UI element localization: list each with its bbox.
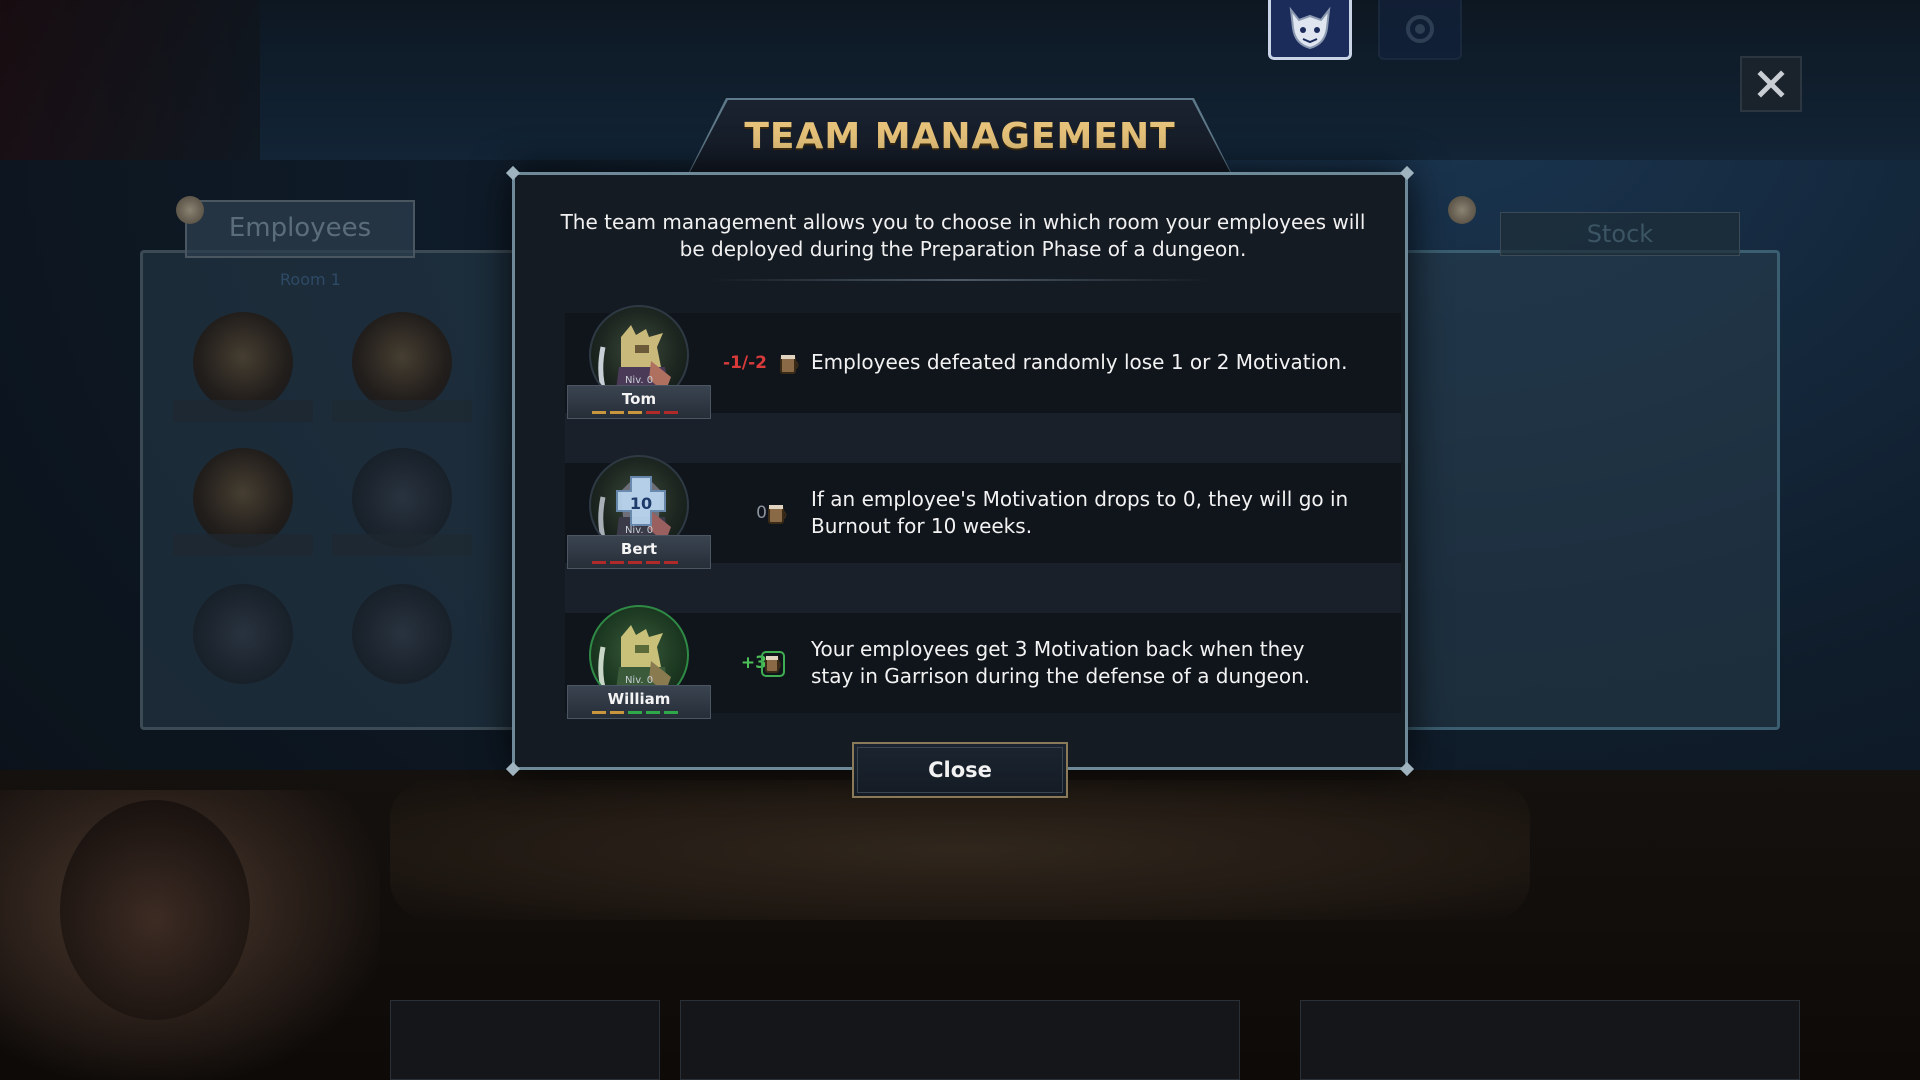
employee-slot-bar (173, 400, 313, 422)
motivation-pip (628, 561, 642, 564)
rule-text: Employees defeated randomly lose 1 or 2 … (811, 350, 1348, 374)
motivation-pip (664, 411, 678, 414)
employee-name: Tom (621, 390, 657, 408)
employee-name: Bert (620, 540, 658, 558)
modal-title: TEAM MANAGEMENT (744, 115, 1176, 157)
row-separator (565, 413, 1401, 463)
motivation-bars (592, 711, 678, 714)
row-separator (565, 563, 1401, 613)
intro-text: The team management allows you to choose… (560, 210, 1366, 261)
motivation-pip (646, 561, 660, 564)
employee-slot-empty (193, 584, 293, 684)
employee-slot-bar (332, 534, 472, 556)
employee-slot-bar (332, 400, 472, 422)
motivation-pip (646, 711, 660, 714)
stock-panel (1400, 250, 1780, 730)
rule-text: If an employee's Motivation drops to 0, … (811, 487, 1349, 538)
motivation-pip (610, 711, 624, 714)
motivation-pip (628, 411, 642, 414)
background-character-head (60, 800, 250, 1020)
title-plate: TEAM MANAGEMENT (690, 100, 1230, 172)
employees-tab-label: Employees (228, 213, 372, 243)
employee-slot-bar (173, 534, 313, 556)
background-curtain (0, 0, 260, 160)
bottom-hud-slots (680, 1000, 1240, 1080)
motivation-delta: +3 (740, 653, 767, 673)
employee-slot-empty (352, 584, 452, 684)
motivation-delta: -1/-2 (723, 353, 767, 373)
employee-name-plate: Bert (567, 535, 711, 569)
motivation-pip (610, 411, 624, 414)
motivation-pip (592, 711, 606, 714)
demon-mask-icon[interactable] (1268, 0, 1352, 60)
motivation-mug-icon (780, 355, 799, 374)
pin-icon (176, 196, 204, 224)
bottom-hud-right (1300, 1000, 1800, 1080)
motivation-pip (664, 561, 678, 564)
employee-name-plate: William (567, 685, 711, 719)
close-button-label: Close (928, 758, 992, 782)
motivation-bars (592, 411, 678, 414)
motivation-mug-icon (761, 651, 785, 677)
close-icon[interactable] (1740, 56, 1802, 112)
stock-tab-label: Stock (1586, 220, 1654, 248)
close-button[interactable]: Close (852, 742, 1068, 798)
motivation-pip (610, 561, 624, 564)
motivation-pip (664, 711, 678, 714)
employee-name-plate: Tom (567, 385, 711, 419)
rule-text: Your employees get 3 Motivation back whe… (811, 637, 1311, 688)
motivation-pip (646, 411, 660, 414)
motivation-pip (628, 711, 642, 714)
motivation-pip (592, 411, 606, 414)
team-management-dialog: The team management allows you to choose… (505, 165, 1415, 777)
employee-slot-empty (352, 448, 452, 548)
motivation-mug-icon (768, 505, 787, 524)
employee-slot (193, 312, 293, 412)
settings-emblem-icon[interactable] (1378, 0, 1462, 60)
burnout-weeks-badge: 10 (630, 494, 652, 513)
room-label: Room 1 (280, 270, 341, 289)
pin-icon (1448, 196, 1476, 224)
divider (711, 279, 1211, 281)
motivation-delta: 0 (756, 503, 767, 523)
employee-slot (352, 312, 452, 412)
employee-slot (193, 448, 293, 548)
motivation-pip (592, 561, 606, 564)
employee-name: William (607, 690, 671, 708)
background-parchment (390, 780, 1530, 920)
bottom-hud (390, 1000, 660, 1080)
motivation-bars (592, 561, 678, 564)
